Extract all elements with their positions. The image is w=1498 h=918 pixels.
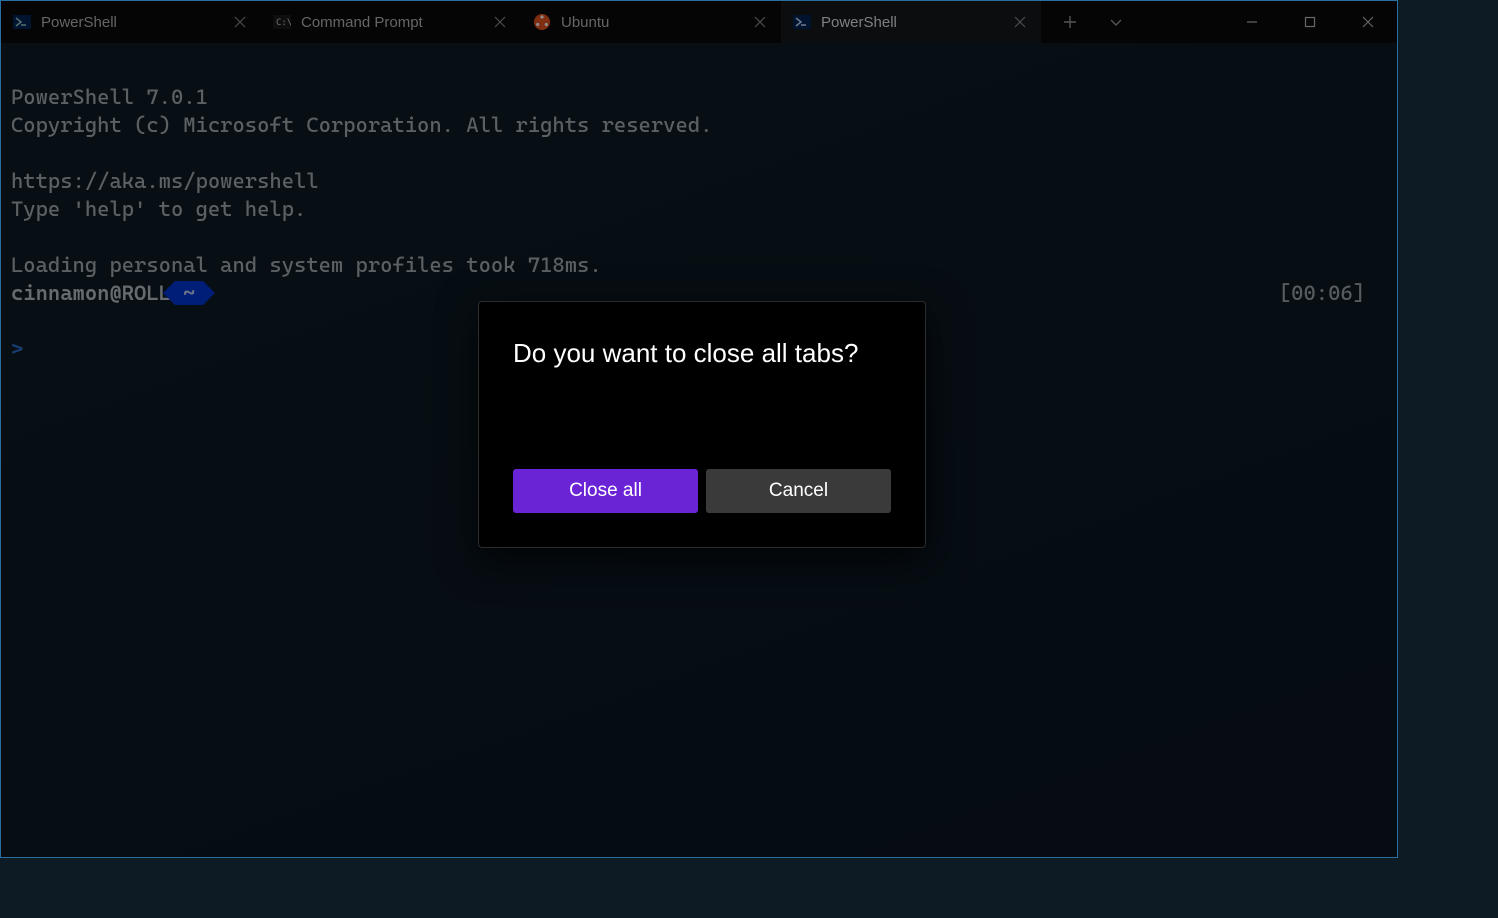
dialog-title: Do you want to close all tabs? (513, 338, 891, 369)
terminal-window: PowerShell C:\ Command Prompt Ubuntu (0, 0, 1398, 858)
dialog-buttons: Close all Cancel (513, 469, 891, 513)
cancel-button[interactable]: Cancel (706, 469, 891, 513)
close-tabs-dialog: Do you want to close all tabs? Close all… (478, 301, 926, 548)
close-all-button[interactable]: Close all (513, 469, 698, 513)
